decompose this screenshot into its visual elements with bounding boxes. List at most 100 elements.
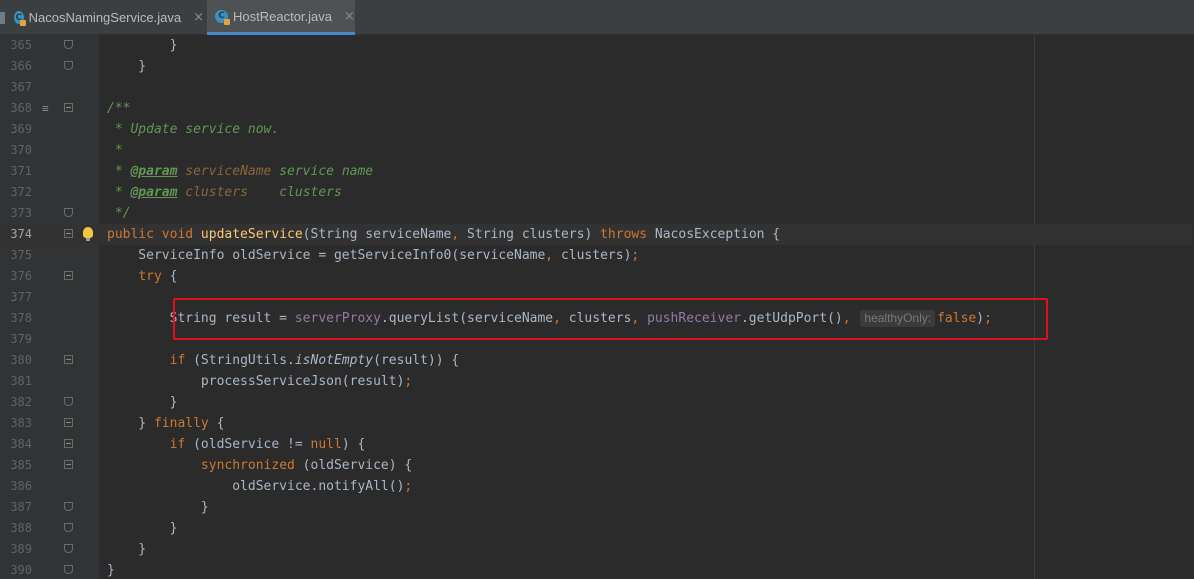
line-number: 384 xyxy=(10,437,32,451)
code-line: 370 * xyxy=(0,140,1194,161)
line-number: 387 xyxy=(10,500,32,514)
hidden-tabs-icon[interactable] xyxy=(0,12,5,24)
code-text: */ xyxy=(107,206,131,221)
render-doc-icon[interactable]: ≡ xyxy=(42,103,49,114)
fold-end-icon[interactable] xyxy=(64,523,73,532)
code-text: } xyxy=(107,500,209,515)
code-line: 389 } xyxy=(0,539,1194,560)
code-line: 368 ≡ /** xyxy=(0,98,1194,119)
line-number: 378 xyxy=(10,311,32,325)
line-number: 369 xyxy=(10,122,32,136)
line-number: 381 xyxy=(10,374,32,388)
fold-end-icon[interactable] xyxy=(64,502,73,511)
code-text: synchronized (oldService) { xyxy=(200,458,413,473)
line-number: 367 xyxy=(10,80,32,94)
code-line: 376 try { xyxy=(0,266,1194,287)
code-line: 382 } xyxy=(0,392,1194,413)
line-number: 370 xyxy=(10,143,32,157)
tab-nacos-naming-service[interactable]: C NacosNamingService.java × xyxy=(14,0,204,35)
code-line: 380 if (StringUtils.isNotEmpty(result)) … xyxy=(0,350,1194,371)
line-number: 374 xyxy=(10,227,32,241)
fold-start-icon[interactable] xyxy=(64,439,73,448)
fold-end-icon[interactable] xyxy=(64,208,73,217)
line-number: 385 xyxy=(10,458,32,472)
line-number: 376 xyxy=(10,269,32,283)
line-number: 379 xyxy=(10,332,32,346)
code-text: public void updateService(String service… xyxy=(107,227,781,242)
code-line: 372 * @param clusters clusters xyxy=(0,182,1194,203)
line-number: 377 xyxy=(10,290,32,304)
code-text: * xyxy=(107,143,123,158)
code-line: 375 ServiceInfo oldService = getServiceI… xyxy=(0,245,1194,266)
code-line-current: 374 public void updateService(String ser… xyxy=(0,224,1194,245)
line-number: 388 xyxy=(10,521,32,535)
close-icon[interactable]: × xyxy=(193,10,204,25)
line-number: 382 xyxy=(10,395,32,409)
annotation-highlight-box xyxy=(173,298,1048,340)
code-line: 386 oldService.notifyAll(); xyxy=(0,476,1194,497)
code-line: 385 synchronized (oldService) { xyxy=(0,455,1194,476)
code-text: ServiceInfo oldService = getServiceInfo0… xyxy=(107,248,640,263)
java-class-icon: C xyxy=(14,11,26,26)
line-number: 380 xyxy=(10,353,32,367)
line-number: 368 xyxy=(10,101,32,115)
tab-label: HostReactor.java xyxy=(233,8,332,24)
code-line: 390 } xyxy=(0,560,1194,579)
code-line: 381 processServiceJson(result); xyxy=(0,371,1194,392)
code-text: processServiceJson(result); xyxy=(107,374,413,389)
code-line: 373 */ xyxy=(0,203,1194,224)
code-text: oldService.notifyAll(); xyxy=(107,479,413,494)
code-text: * @param clusters clusters xyxy=(107,185,342,200)
code-text: } xyxy=(107,542,147,557)
fold-start-icon[interactable] xyxy=(64,355,73,364)
fold-start-icon[interactable] xyxy=(64,229,73,238)
line-number: 365 xyxy=(10,38,32,52)
fold-end-icon[interactable] xyxy=(64,61,73,70)
code-text: } xyxy=(107,395,178,410)
line-number: 375 xyxy=(10,248,32,262)
code-text: if (StringUtils.isNotEmpty(result)) { xyxy=(169,353,460,368)
java-class-icon: C xyxy=(215,9,230,25)
code-text: } xyxy=(107,521,178,536)
code-text: } xyxy=(107,563,115,578)
code-text: * Update service now. xyxy=(107,122,280,137)
line-number: 366 xyxy=(10,59,32,73)
fold-end-icon[interactable] xyxy=(64,40,73,49)
close-icon[interactable]: × xyxy=(344,9,355,24)
line-number: 373 xyxy=(10,206,32,220)
code-line: 383 } finally { xyxy=(0,413,1194,434)
code-text: * @param serviceName service name xyxy=(107,164,374,179)
code-text: /** xyxy=(107,101,131,116)
line-number: 386 xyxy=(10,479,32,493)
code-editor[interactable]: 365 } 366 } 367 368 ≡ /** 369 * Update s… xyxy=(0,35,1194,579)
code-text: } xyxy=(107,59,147,74)
code-line: 388 } xyxy=(0,518,1194,539)
code-line: 387 } xyxy=(0,497,1194,518)
fold-start-icon[interactable] xyxy=(64,103,73,112)
tab-label: NacosNamingService.java xyxy=(28,10,182,25)
line-number: 390 xyxy=(10,563,32,577)
fold-end-icon[interactable] xyxy=(64,544,73,553)
fold-start-icon[interactable] xyxy=(64,271,73,280)
code-line: 369 * Update service now. xyxy=(0,119,1194,140)
code-line: 371 * @param serviceName service name xyxy=(0,161,1194,182)
code-text: } xyxy=(107,38,178,53)
code-text: try { xyxy=(138,269,178,284)
fold-end-icon[interactable] xyxy=(64,565,73,574)
tab-host-reactor[interactable]: C HostReactor.java × xyxy=(207,0,355,35)
code-line: 367 xyxy=(0,77,1194,98)
code-text: if (oldService != null) { xyxy=(169,437,366,452)
line-number: 372 xyxy=(10,185,32,199)
lightbulb-icon[interactable] xyxy=(83,227,93,241)
fold-end-icon[interactable] xyxy=(64,397,73,406)
line-number: 371 xyxy=(10,164,32,178)
editor-tab-bar: C NacosNamingService.java × C HostReacto… xyxy=(0,0,1194,35)
fold-start-icon[interactable] xyxy=(64,460,73,469)
code-line: 384 if (oldService != null) { xyxy=(0,434,1194,455)
code-line: 365 } xyxy=(0,35,1194,56)
fold-start-icon[interactable] xyxy=(64,418,73,427)
line-number: 383 xyxy=(10,416,32,430)
line-number: 389 xyxy=(10,542,32,556)
code-text: } finally { xyxy=(107,416,225,431)
code-line: 366 } xyxy=(0,56,1194,77)
